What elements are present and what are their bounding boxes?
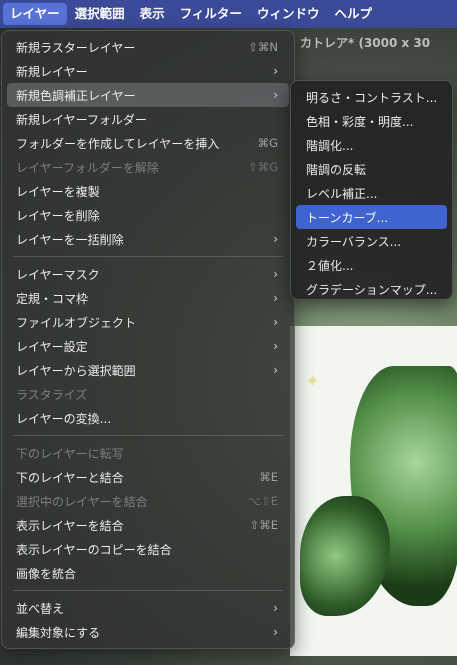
chevron-right-icon: › (273, 88, 278, 102)
submenu-item-threshold[interactable]: ２値化... (296, 253, 447, 277)
chevron-right-icon: › (273, 315, 278, 329)
menu-item-label: レイヤーフォルダーを解除 (16, 160, 159, 175)
submenu-item-hue-saturation[interactable]: 色相・彩度・明度... (296, 109, 447, 133)
submenu-item-invert[interactable]: 階調の反転 (296, 157, 447, 181)
chevron-right-icon: › (273, 601, 278, 615)
submenu-item-gradient-map[interactable]: グラデーションマップ... (296, 277, 447, 301)
menu-item-new-adjustment-layer[interactable]: 新規色調補正レイヤー › (7, 83, 289, 107)
document-title: カトレア* (3000 x 30 (300, 36, 431, 50)
menu-item-arrange[interactable]: 並べ替え › (7, 596, 289, 620)
menu-item-new-layer-folder[interactable]: 新規レイヤーフォルダー (7, 107, 289, 131)
menu-item-label: フォルダーを作成してレイヤーを挿入 (16, 136, 220, 151)
menu-item-label: レイヤーを一括削除 (16, 232, 124, 247)
menu-item-label: 選択中のレイヤーを結合 (16, 494, 148, 509)
adjustment-layer-submenu: 明るさ・コントラスト... 色相・彩度・明度... 階調化... 階調の反転 レ… (290, 80, 453, 300)
menu-item-label: 下のレイヤーに転写 (16, 446, 124, 461)
menu-item-label: 画像を統合 (16, 566, 77, 581)
menu-item-label: 表示レイヤーを結合 (16, 518, 124, 533)
menu-selection[interactable]: 選択範囲 (68, 3, 132, 25)
menu-separator (13, 256, 283, 257)
menu-item-duplicate-layer[interactable]: レイヤーを複製 (7, 179, 289, 203)
submenu-item-brightness-contrast[interactable]: 明るさ・コントラスト... (296, 85, 447, 109)
menu-item-merge-down[interactable]: 下のレイヤーと結合 ⌘E (7, 465, 289, 489)
menu-item-label: 編集対象にする (16, 625, 101, 640)
chevron-right-icon: › (273, 291, 278, 305)
menu-item-rasterize: ラスタライズ (7, 382, 289, 406)
menu-item-label: 並べ替え (16, 601, 65, 616)
menu-item-convert-layer[interactable]: レイヤーの変換... (7, 406, 289, 430)
menu-item-file-object[interactable]: ファイルオブジェクト › (7, 310, 289, 334)
menu-item-label: レイヤーマスク (16, 267, 100, 282)
menu-item-label: 表示レイヤーのコピーを結合 (16, 542, 172, 557)
shortcut-text: ⌘E (259, 470, 278, 484)
menu-item-label: レイヤーを複製 (16, 184, 100, 199)
shortcut-text: ⇧⌘N (248, 40, 278, 54)
menu-item-selection-from-layer[interactable]: レイヤーから選択範囲 › (7, 358, 289, 382)
chevron-right-icon: › (273, 64, 278, 78)
menu-item-new-raster-layer[interactable]: 新規ラスターレイヤー ⇧⌘N (7, 35, 289, 59)
menu-help[interactable]: ヘルプ (327, 3, 379, 25)
submenu-item-levels[interactable]: レベル補正... (296, 181, 447, 205)
menu-item-merge-visible[interactable]: 表示レイヤーを結合 ⇧⌘E (7, 513, 289, 537)
shortcut-text: ⇧⌘E (249, 518, 278, 532)
menu-item-label: 新規レイヤーフォルダー (16, 112, 147, 127)
menu-item-merge-visible-copy[interactable]: 表示レイヤーのコピーを結合 (7, 537, 289, 561)
menu-item-transfer-down: 下のレイヤーに転写 (7, 441, 289, 465)
menu-layer[interactable]: レイヤー (3, 3, 67, 25)
layer-menu: 新規ラスターレイヤー ⇧⌘N 新規レイヤー › 新規色調補正レイヤー › 新規レ… (1, 30, 295, 649)
shortcut-text: ⇧⌘G (247, 160, 278, 174)
chevron-right-icon: › (273, 232, 278, 246)
shortcut-text: ⌘G (257, 136, 278, 150)
chevron-right-icon: › (273, 625, 278, 639)
menu-item-batch-delete[interactable]: レイヤーを一括削除 › (7, 227, 289, 251)
menu-item-delete-layer[interactable]: レイヤーを削除 (7, 203, 289, 227)
menu-item-label: 定規・コマ枠 (16, 291, 89, 306)
submenu-item-color-balance[interactable]: カラーバランス... (296, 229, 447, 253)
chevron-right-icon: › (273, 267, 278, 281)
menu-item-create-folder-insert[interactable]: フォルダーを作成してレイヤーを挿入 ⌘G (7, 131, 289, 155)
menu-item-label: レイヤーから選択範囲 (16, 363, 136, 378)
artwork-star-icon: ✦ (305, 371, 321, 392)
menu-item-label: ラスタライズ (16, 387, 88, 402)
menu-item-flatten-image[interactable]: 画像を統合 (7, 561, 289, 585)
menu-separator (13, 435, 283, 436)
menu-item-release-folder: レイヤーフォルダーを解除 ⇧⌘G (7, 155, 289, 179)
submenu-item-tone-curve[interactable]: トーンカーブ... (296, 205, 447, 229)
menu-item-label: ファイルオブジェクト (16, 315, 137, 330)
menu-item-merge-selected: 選択中のレイヤーを結合 ⌥⇧E (7, 489, 289, 513)
submenu-item-posterize[interactable]: 階調化... (296, 133, 447, 157)
menu-filter[interactable]: フィルター (173, 3, 249, 25)
menu-item-layer-settings[interactable]: レイヤー設定 › (7, 334, 289, 358)
menu-separator (13, 590, 283, 591)
menu-item-label: 新規色調補正レイヤー (16, 88, 136, 103)
menu-item-label: 新規ラスターレイヤー (16, 40, 136, 55)
menu-item-edit-target[interactable]: 編集対象にする › (7, 620, 289, 644)
menu-item-new-layer[interactable]: 新規レイヤー › (7, 59, 289, 83)
menubar: レイヤー 選択範囲 表示 フィルター ウィンドウ ヘルプ (0, 0, 457, 28)
menu-item-label: 下のレイヤーと結合 (16, 470, 124, 485)
shortcut-text: ⌥⇧E (247, 494, 278, 508)
menu-window[interactable]: ウィンドウ (250, 3, 327, 25)
chevron-right-icon: › (273, 339, 278, 353)
menu-view[interactable]: 表示 (133, 3, 172, 25)
menu-item-label: 新規レイヤー (16, 64, 88, 79)
menu-item-ruler-frame[interactable]: 定規・コマ枠 › (7, 286, 289, 310)
menu-item-label: レイヤー設定 (16, 339, 88, 354)
chevron-right-icon: › (273, 363, 278, 377)
menu-item-label: レイヤーを削除 (16, 208, 100, 223)
menu-item-label: レイヤーの変換... (16, 411, 112, 426)
menu-item-layer-mask[interactable]: レイヤーマスク › (7, 262, 289, 286)
